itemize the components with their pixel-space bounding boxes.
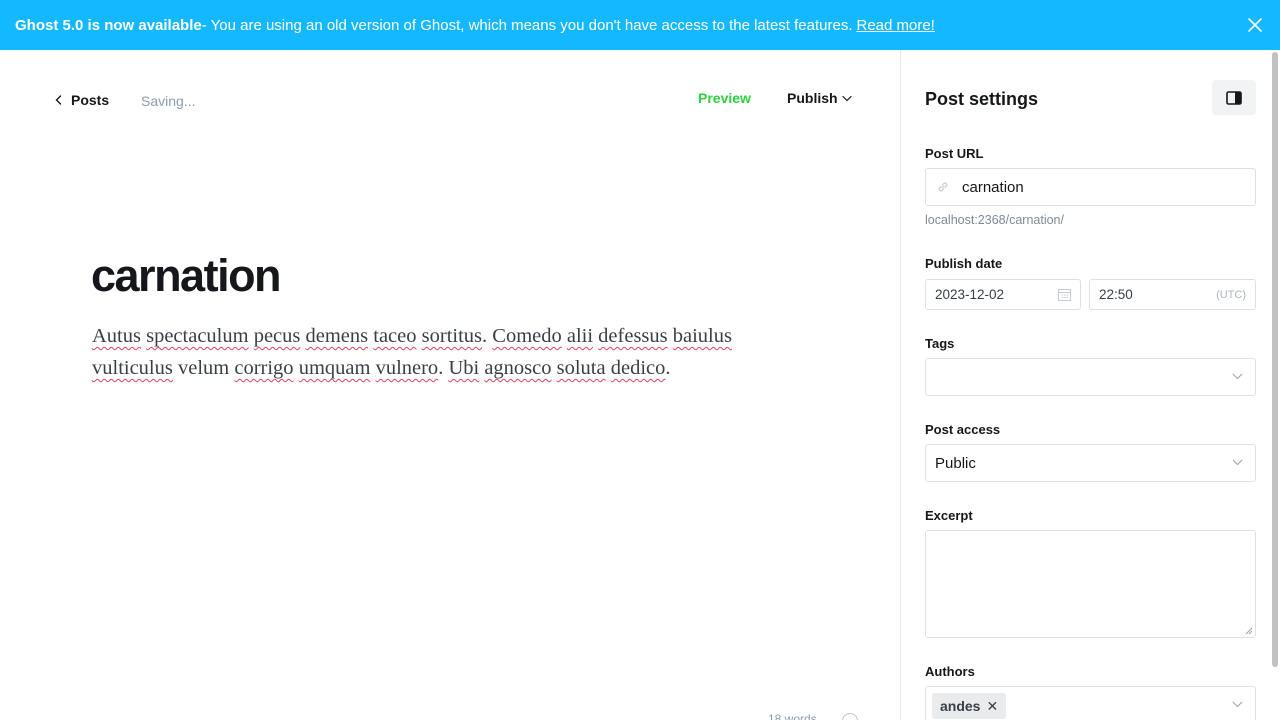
authors-select[interactable]: andes ✕: [925, 686, 1256, 720]
banner-headline: Ghost 5.0 is now available: [15, 16, 202, 34]
author-chip: andes ✕: [932, 693, 1007, 719]
misspelled-word: dedico: [610, 357, 666, 379]
misspelled-word: soluta: [556, 357, 606, 379]
misspelled-word: demens: [305, 325, 369, 347]
help-icon[interactable]: [842, 713, 858, 720]
timezone-label: (UTC): [1216, 289, 1246, 301]
publish-date-label: Publish date: [925, 256, 1003, 271]
misspelled-word: baiulus: [672, 325, 732, 347]
publish-date-value: 2023-12-02: [935, 287, 1005, 302]
publish-time-value: 22:50: [1099, 287, 1133, 302]
tags-select[interactable]: [925, 358, 1256, 396]
sidebar-toggle-icon: [1226, 90, 1242, 105]
settings-title: Post settings: [925, 89, 1039, 109]
chevron-down-icon: [1232, 459, 1243, 466]
excerpt-textarea[interactable]: [925, 530, 1256, 638]
post-body[interactable]: Autus spectaculum pecus demens taceo sor…: [92, 320, 812, 384]
tags-label: Tags: [925, 336, 955, 351]
misspelled-word: vulticulus: [92, 357, 173, 379]
misspelled-word: umquam: [298, 357, 371, 379]
sidebar-toggle-button[interactable]: [1212, 80, 1256, 115]
chevron-down-icon: [841, 95, 852, 101]
misspelled-word: Comedo: [492, 325, 562, 347]
publish-time-input[interactable]: 22:50 (UTC): [1089, 279, 1256, 310]
authors-label: Authors: [925, 664, 975, 679]
calendar-icon: [1058, 289, 1071, 301]
back-label: Posts: [71, 92, 110, 108]
misspelled-word: corrigo: [234, 357, 294, 379]
post-access-label: Post access: [925, 422, 1001, 437]
chevron-down-icon: [1232, 373, 1243, 380]
misspelled-word: agnosco: [484, 357, 552, 379]
resize-grip-icon[interactable]: [1245, 627, 1253, 635]
chevron-left-icon: [55, 95, 62, 105]
misspelled-word: taceo: [373, 325, 417, 347]
excerpt-label: Excerpt: [925, 508, 973, 523]
publish-button[interactable]: Publish: [787, 90, 852, 106]
post-url-input[interactable]: carnation: [925, 168, 1256, 206]
post-access-value: Public: [935, 454, 976, 472]
misspelled-word: sortitus: [421, 325, 483, 347]
post-url-label: Post URL: [925, 146, 984, 161]
author-name: andes: [940, 698, 981, 714]
misspelled-word: pecus: [253, 325, 301, 347]
post-title[interactable]: carnation: [91, 250, 282, 302]
post-url-hint: localhost:2368/carnation/: [925, 213, 1064, 227]
misspelled-word: Ubi: [448, 357, 480, 379]
publish-date-input[interactable]: 2023-12-02: [925, 279, 1081, 310]
word-count: 18 words: [768, 712, 817, 720]
editor-area: Posts Saving... Preview Publish carnatio…: [0, 50, 900, 720]
body-text: .: [438, 357, 449, 379]
post-url-value: carnation: [962, 178, 1024, 196]
chevron-down-icon: [1232, 701, 1243, 708]
remove-author-icon[interactable]: ✕: [986, 698, 998, 715]
settings-scrollbar[interactable]: [1272, 52, 1278, 667]
body-text: velum: [172, 357, 235, 379]
preview-button[interactable]: Preview: [698, 90, 751, 106]
close-icon[interactable]: [1246, 16, 1264, 34]
misspelled-word: spectaculum: [146, 325, 249, 347]
misspelled-word: defessus: [598, 325, 668, 347]
banner-read-more-link[interactable]: Read more!: [856, 17, 934, 34]
banner-message: - You are using an old version of Ghost,…: [201, 16, 853, 34]
misspelled-word: alii: [566, 325, 594, 347]
post-settings-panel: Post settings Post URL carnation localho…: [901, 50, 1280, 720]
misspelled-word: vulnero: [375, 357, 439, 379]
back-to-posts-link[interactable]: Posts: [55, 92, 109, 108]
post-access-select[interactable]: Public: [925, 444, 1256, 482]
misspelled-word: Autus: [92, 325, 141, 347]
save-status: Saving...: [141, 93, 196, 109]
publish-label: Publish: [787, 90, 838, 106]
body-text: .: [482, 325, 493, 347]
link-icon: [938, 182, 948, 192]
upgrade-banner: Ghost 5.0 is now available - You are usi…: [0, 0, 1280, 50]
body-text: .: [665, 357, 671, 379]
